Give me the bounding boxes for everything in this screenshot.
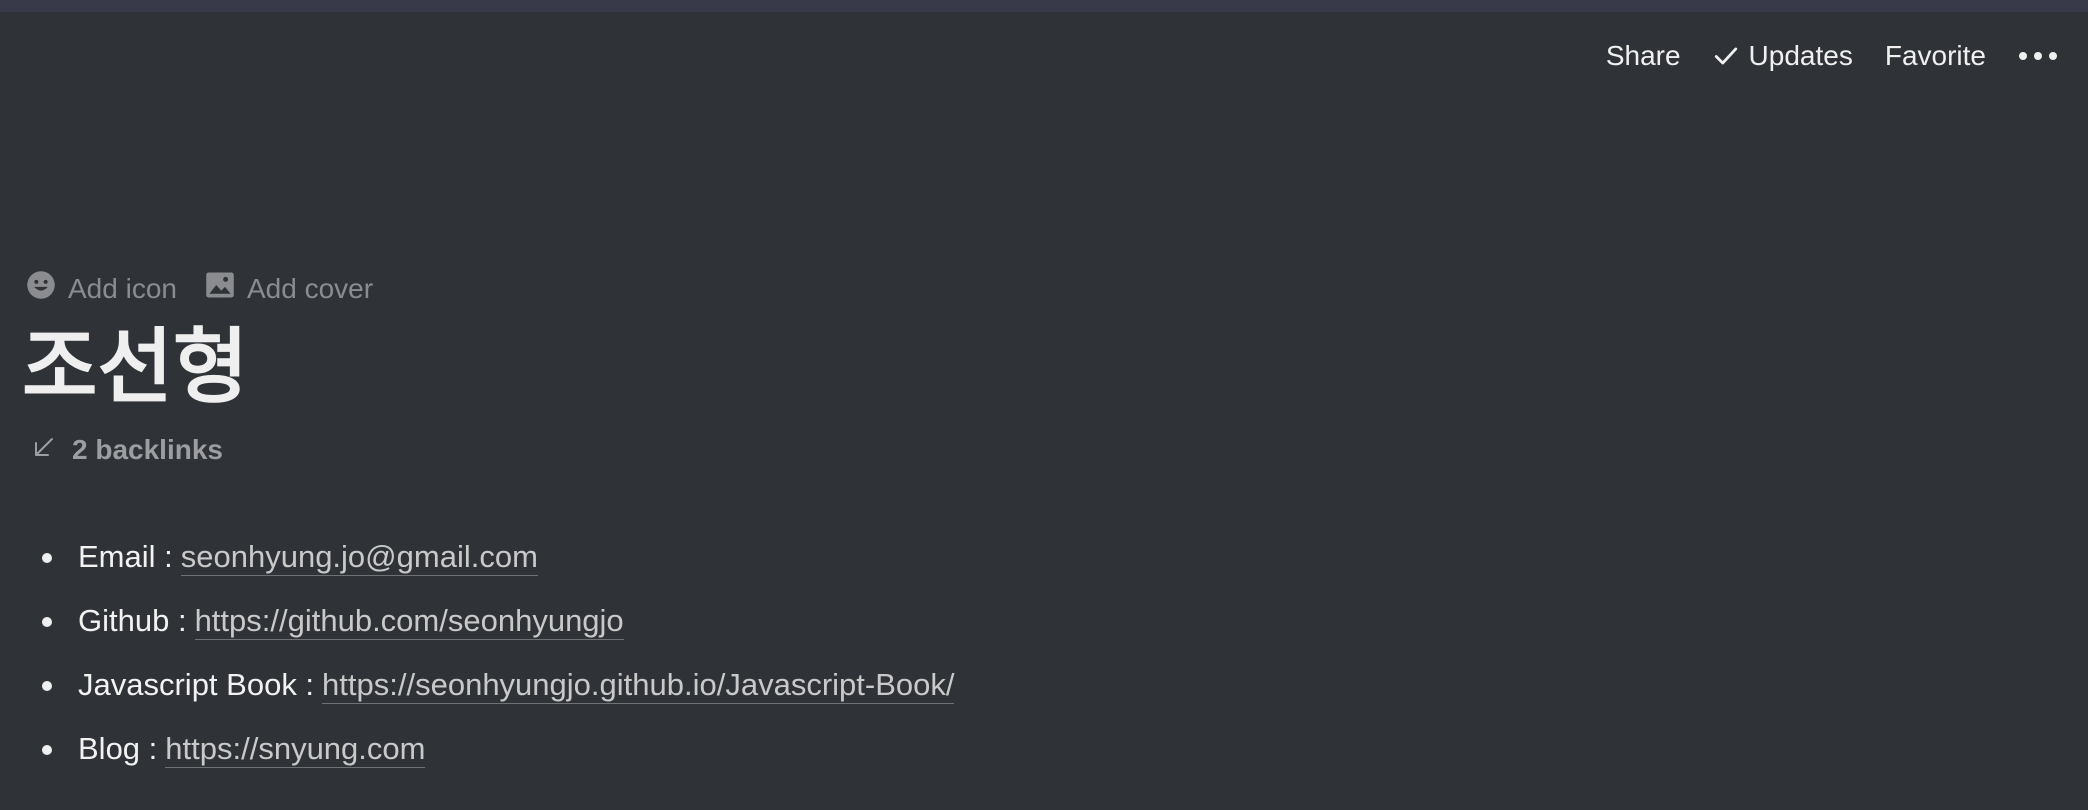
window-top-strip — [0, 0, 2088, 12]
bullet — [42, 553, 52, 563]
backlinks-button[interactable]: 2 backlinks — [32, 434, 223, 466]
add-cover-label: Add cover — [246, 272, 374, 304]
top-bar: Share Updates Favorite — [1606, 36, 2058, 76]
blog-link[interactable]: https://snyung.com — [165, 731, 426, 768]
add-icon-button[interactable]: Add icon — [26, 270, 177, 307]
arrow-down-left-icon — [32, 434, 56, 466]
share-label: Share — [1605, 40, 1681, 71]
add-cover-button[interactable]: Add cover — [205, 270, 373, 307]
contact-list: Email : seonhyung.jo@gmail.com Github : … — [40, 525, 955, 781]
checkmark-icon — [1713, 43, 1739, 69]
favorite-label: Favorite — [1884, 40, 1986, 71]
favorite-button[interactable]: Favorite — [1885, 40, 1986, 72]
smiley-face-icon — [26, 270, 56, 307]
page-actions: Add icon Add cover — [26, 270, 373, 307]
list-item-label: Email : — [78, 539, 173, 574]
more-options-button[interactable] — [2018, 50, 2058, 62]
bullet — [42, 617, 52, 627]
github-link[interactable]: https://github.com/seonhyungjo — [194, 603, 624, 640]
javascript-book-link[interactable]: https://seonhyungjo.github.io/Javascript… — [322, 667, 955, 704]
bullet — [42, 681, 52, 691]
updates-label: Updates — [1748, 40, 1853, 71]
list-item-label: Github : — [78, 603, 187, 638]
list-item-label: Blog : — [78, 731, 158, 766]
backlinks-label: 2 backlinks — [72, 434, 223, 465]
list-item: Github : https://github.com/seonhyungjo — [40, 589, 954, 653]
list-item: Blog : https://snyung.com — [40, 717, 954, 781]
bullet — [42, 745, 52, 755]
image-icon — [205, 270, 235, 307]
share-button[interactable]: Share — [1606, 40, 1681, 72]
list-item: Email : seonhyung.jo@gmail.com — [40, 525, 954, 589]
list-item-label: Javascript Book : — [78, 667, 315, 702]
more-horizontal-icon — [2018, 50, 2058, 62]
page-title[interactable]: 조선형 — [22, 318, 248, 418]
list-item: Javascript Book : https://seonhyungjo.gi… — [40, 653, 955, 717]
email-link[interactable]: seonhyung.jo@gmail.com — [180, 539, 538, 576]
add-icon-label: Add icon — [68, 272, 177, 304]
updates-button[interactable]: Updates — [1713, 40, 1853, 72]
